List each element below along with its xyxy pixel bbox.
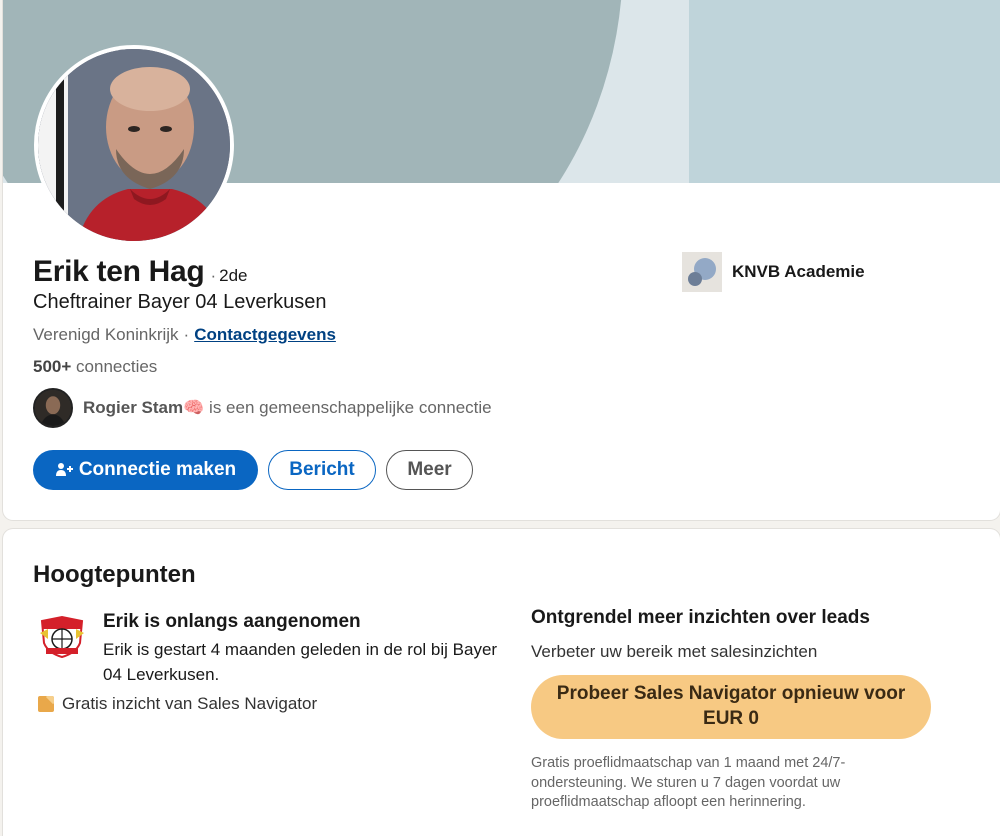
sales-navigator-icon (38, 695, 54, 712)
connections-label: connecties (76, 357, 158, 376)
mutual-avatar-image (35, 390, 71, 426)
mutual-connection-text: Rogier Stam🧠 is een gemeenschappelijke c… (83, 398, 492, 418)
recently-hired-heading: Erik is onlangs aangenomen (103, 611, 361, 632)
sales-navigator-insight-label: Gratis inzicht van Sales Navigator (62, 693, 318, 713)
mutual-connection-avatar (33, 388, 73, 428)
highlights-card: Hoogtepunten Erik is onlangs aangenomen … (3, 529, 1000, 836)
sales-navigator-heading: Ontgrendel meer inzichten over leads (531, 607, 870, 628)
sales-navigator-insight: Gratis inzicht van Sales Navigator (38, 694, 438, 714)
bayer-leverkusen-logo (38, 615, 86, 659)
profile-name: Erik ten Hag (33, 255, 205, 288)
sales-navigator-subheading: Verbeter uw bereik met salesinzichten (531, 642, 818, 661)
profile-actions: Connectie maken Bericht Meer (33, 450, 473, 490)
trial-fineprint: Gratis proeflidmaatschap van 1 maand met… (531, 755, 846, 811)
profile-photo-image (38, 49, 230, 241)
profile-headline: Cheftrainer Bayer 04 Leverkusen (33, 291, 327, 313)
connect-button[interactable]: Connectie maken (33, 450, 258, 490)
profile-location-row: Verenigd Koninkrijk · Contactgegevens (33, 325, 336, 344)
mutual-connection-name: Rogier Stam (83, 398, 184, 417)
try-sales-navigator-button[interactable]: Probeer Sales Navigator opnieuw voor EUR… (531, 675, 931, 739)
profile-avatar[interactable] (34, 45, 234, 245)
company-name: KNVB Academie (732, 262, 865, 281)
recently-hired-body: Erik is gestart 4 maanden geleden in de … (103, 639, 498, 685)
company-logo (682, 252, 722, 292)
sales-navigator-promo: Ontgrendel meer inzichten over leads Ver… (531, 607, 941, 813)
brain-emoji: 🧠 (183, 398, 205, 417)
connections-number: 500+ (33, 357, 72, 376)
company-logo-image (682, 252, 722, 292)
connections-count[interactable]: 500+ connecties (33, 357, 157, 377)
add-person-icon (55, 461, 73, 479)
profile-name-row: Erik ten Hag · 2de (33, 255, 248, 289)
connection-degree-label: 2de (219, 266, 248, 285)
connection-degree: · 2de (210, 266, 248, 285)
message-button[interactable]: Bericht (268, 450, 376, 490)
current-company[interactable]: KNVB Academie (682, 252, 865, 292)
profile-photo (38, 49, 230, 241)
recently-hired-text: Erik is onlangs aangenomen Erik is gesta… (38, 609, 503, 714)
contact-info-link[interactable]: Contactgegevens (194, 325, 336, 344)
connect-button-label: Connectie maken (78, 459, 237, 480)
mutual-connection-label: is een gemeenschappelijke connectie (209, 398, 492, 417)
banner-block (689, 0, 1000, 183)
mutual-connection[interactable]: Rogier Stam🧠 is een gemeenschappelijke c… (33, 388, 492, 428)
highlights-title: Hoogtepunten (33, 561, 196, 588)
profile-location: Verenigd Koninkrijk (33, 325, 179, 344)
more-button[interactable]: Meer (386, 450, 473, 490)
profile-card: Erik ten Hag · 2de Cheftrainer Bayer 04 L… (3, 0, 1000, 520)
